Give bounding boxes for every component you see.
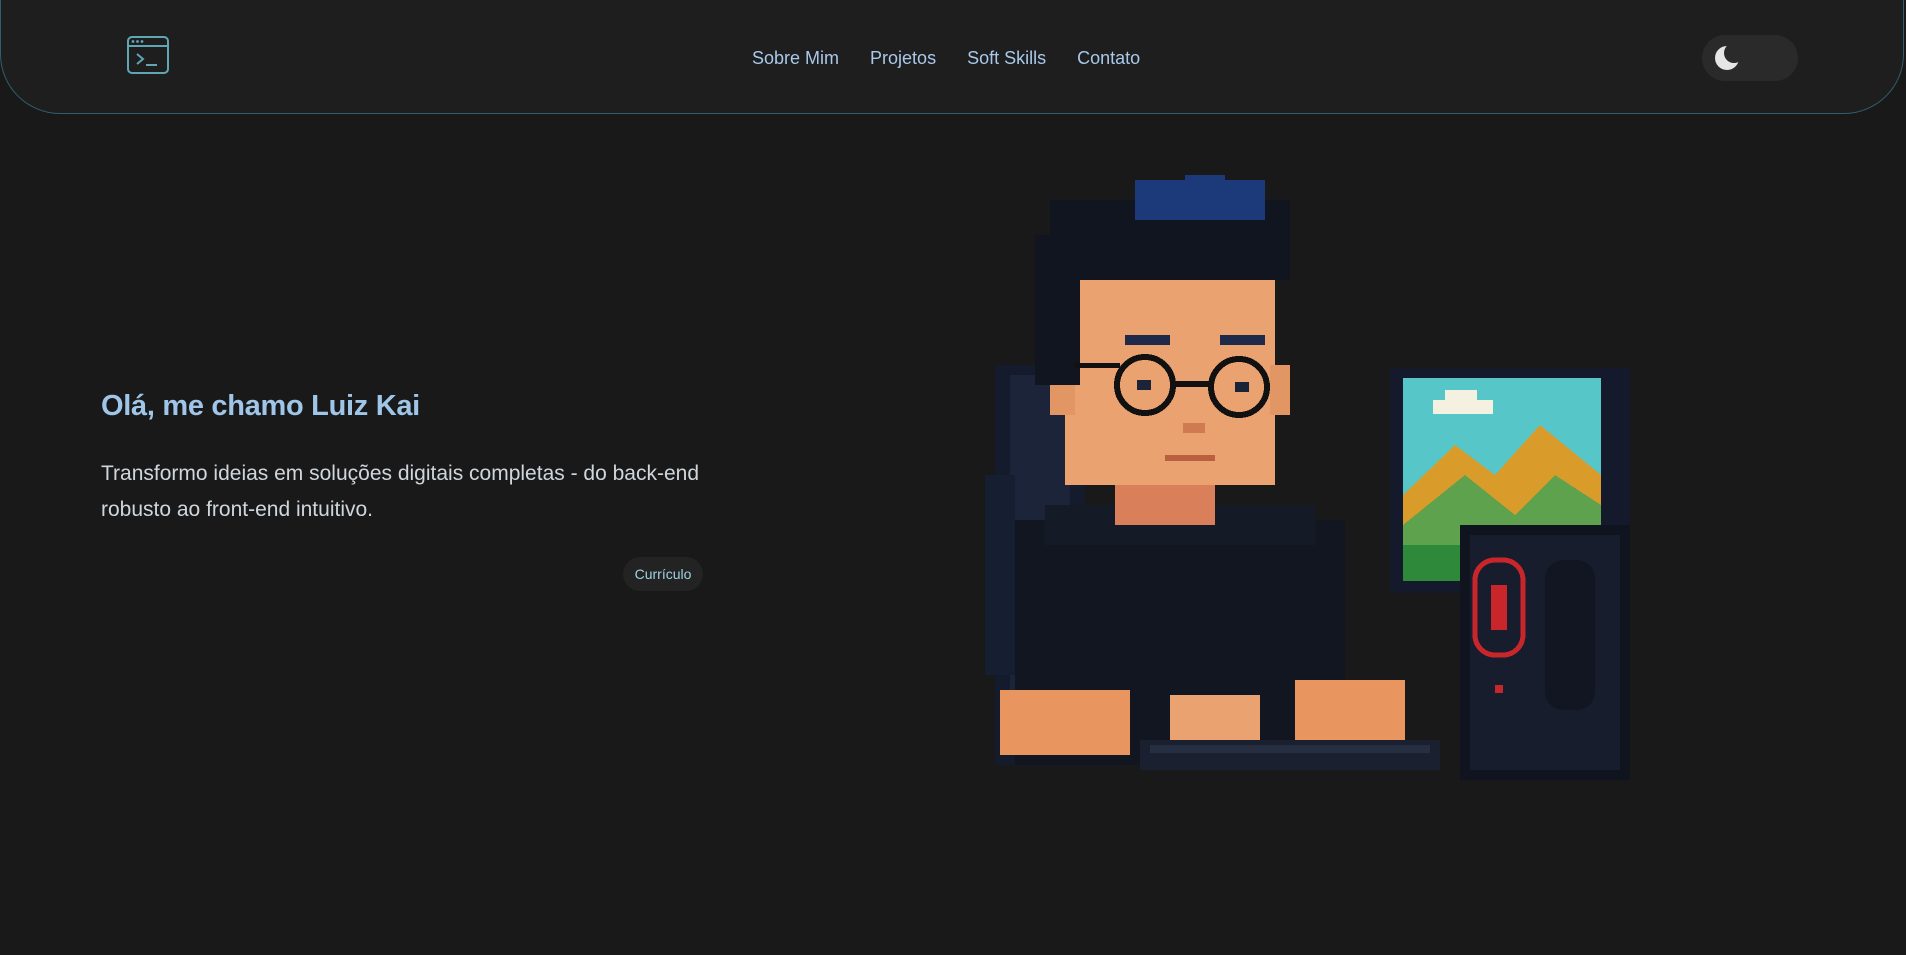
nav-projetos[interactable]: Projetos xyxy=(870,48,936,69)
nav-soft-skills[interactable]: Soft Skills xyxy=(967,48,1046,69)
hero-title: Olá, me chamo Luiz Kai xyxy=(101,390,420,422)
moon-icon xyxy=(1715,43,1743,70)
nav-sobre-mim[interactable]: Sobre Mim xyxy=(752,48,839,69)
main-nav: Sobre Mim Projetos Soft Skills Contato xyxy=(752,48,1140,69)
curriculum-button[interactable]: Currículo xyxy=(623,557,703,591)
hero-description: Transformo ideias em soluções digitais c… xyxy=(101,462,699,521)
theme-toggle[interactable] xyxy=(1702,35,1798,81)
navbar: Sobre Mim Projetos Soft Skills Contato xyxy=(0,0,1904,114)
developer-illustration xyxy=(985,175,1630,780)
nav-contato[interactable]: Contato xyxy=(1077,48,1140,69)
terminal-icon[interactable] xyxy=(127,36,169,74)
